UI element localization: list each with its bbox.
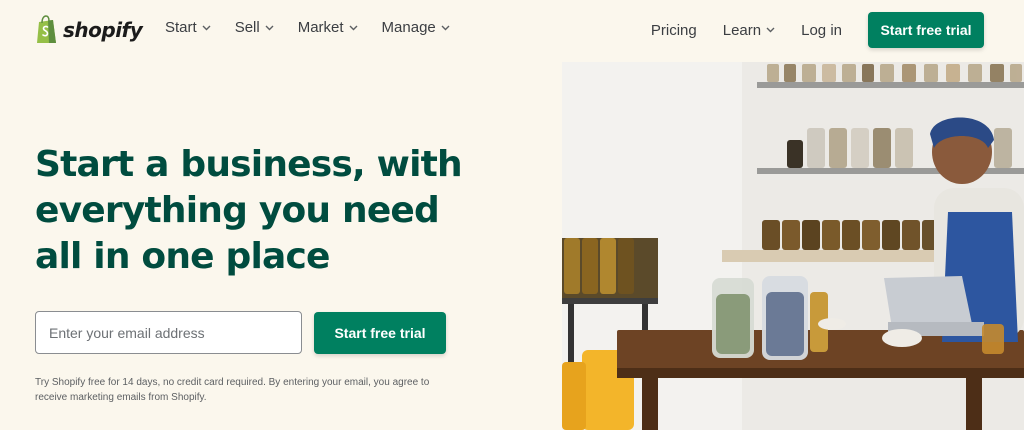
nav-learn[interactable]: Learn <box>723 22 775 39</box>
chevron-down-icon <box>766 27 775 33</box>
nav-market-label: Market <box>297 19 344 36</box>
nav-start-label: Start <box>165 19 197 36</box>
chevron-down-icon <box>202 25 211 30</box>
header-start-trial-button[interactable]: Start free trial <box>868 12 984 48</box>
nav-pricing[interactable]: Pricing <box>651 22 697 39</box>
nav-start[interactable]: Start <box>165 19 211 36</box>
login-link[interactable]: Log in <box>801 22 842 39</box>
hero-start-trial-button[interactable]: Start free trial <box>314 312 446 354</box>
chevron-down-icon <box>349 25 358 30</box>
shopify-bag-icon <box>37 15 56 43</box>
hero-heading-line-2: everything you need <box>35 190 440 231</box>
shopify-logo[interactable]: shopify <box>35 14 143 46</box>
hero-heading-line-1: Start a business, with <box>35 144 463 185</box>
nav-learn-label: Learn <box>722 21 762 39</box>
chevron-down-icon <box>441 25 450 30</box>
nav-sell-label: Sell <box>234 19 260 36</box>
shop-owner-illustration <box>562 62 1024 430</box>
disclaimer-line-1: Try Shopify free for 14 days, no credit … <box>35 377 430 388</box>
nav-manage-label: Manage <box>381 19 436 36</box>
nav-sell[interactable]: Sell <box>235 19 274 36</box>
nav-manage[interactable]: Manage <box>382 19 450 36</box>
hero-heading-line-3: all in one place <box>35 236 330 277</box>
secondary-nav: Pricing Learn Log in Start free trial <box>651 12 984 48</box>
trial-disclaimer: Try Shopify free for 14 days, no credit … <box>35 375 435 405</box>
hero-heading: Start a business, with everything you ne… <box>35 142 515 280</box>
email-input[interactable] <box>35 311 302 354</box>
logo-wordmark: shopify <box>63 18 143 42</box>
hero-photo <box>562 62 1024 430</box>
chevron-down-icon <box>265 25 274 30</box>
primary-nav: Start Sell Market Manage <box>165 19 450 36</box>
top-navigation: shopify Start Sell Market Manage Pricing… <box>0 0 1024 62</box>
nav-market[interactable]: Market <box>298 19 358 36</box>
disclaimer-line-2: receive marketing emails from Shopify. <box>35 392 207 403</box>
